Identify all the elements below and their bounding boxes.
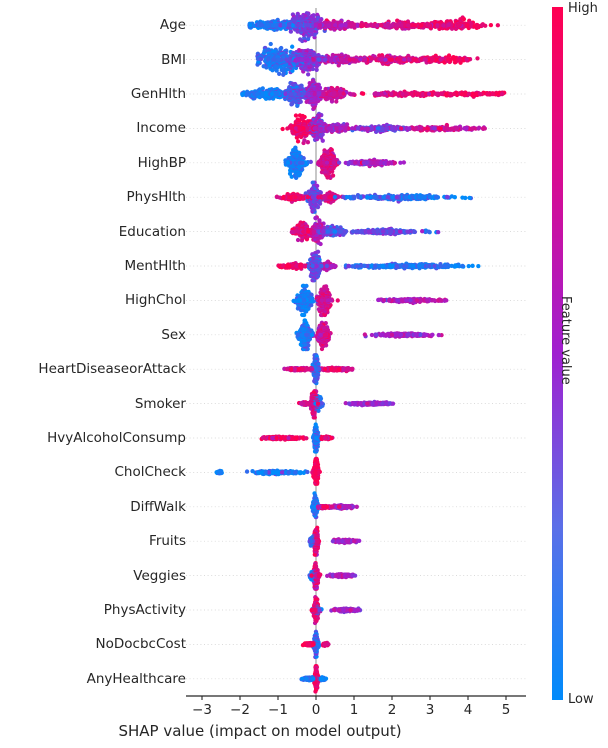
colorbar-high-label: High — [568, 1, 598, 16]
y-axis-tick-labels: Age BMI GenHlth Income HighBP PhysHlth Educati… — [0, 0, 186, 748]
x-tick-label-0: −3 — [192, 702, 212, 718]
y-tick-label-anyhealthcare: AnyHealthcare — [86, 670, 186, 687]
x-tick-label-5: 2 — [387, 702, 397, 718]
y-tick-label-menthlth: MentHlth — [124, 258, 186, 274]
x-axis-label: SHAP value (impact on model output) — [118, 722, 402, 740]
x-tick-label-3: 0 — [311, 702, 321, 718]
y-tick-label-diffwalk: DiffWalk — [130, 498, 186, 515]
x-tick-label-6: 3 — [425, 702, 435, 718]
colorbar-title: Feature value — [558, 296, 573, 385]
colorbar-low-label: Low — [568, 692, 594, 707]
y-tick-label-hvyalcoholconsump: HvyAlcoholConsump — [47, 430, 186, 446]
y-tick-label-bmi: BMI — [161, 51, 186, 68]
y-tick-label-genhlth: GenHlth — [130, 86, 186, 102]
y-tick-label-education: Education — [118, 223, 186, 240]
y-tick-label-fruits: Fruits — [149, 533, 186, 550]
y-tick-label-physactivity: PhysActivity — [103, 602, 186, 618]
y-tick-label-cholcheck: CholCheck — [114, 464, 186, 481]
x-tick-label-2: −1 — [268, 702, 288, 718]
y-tick-label-highbp: HighBP — [137, 154, 186, 171]
y-tick-label-physhlth: PhysHlth — [126, 189, 186, 206]
y-tick-label-highchol: HighChol — [124, 292, 186, 309]
y-tick-label-veggies: Veggies — [133, 567, 186, 584]
y-tick-label-age: Age — [159, 17, 186, 34]
x-tick-label-4: 1 — [349, 702, 359, 718]
y-tick-label-heartdiseaseorattack: HeartDiseaseorAttack — [38, 361, 186, 378]
y-tick-label-nodocbccost: NoDocbcCost — [95, 636, 186, 653]
x-tick-label-8: 5 — [501, 702, 511, 718]
x-tick-label-7: 4 — [463, 702, 473, 718]
y-tick-label-income: Income — [136, 120, 186, 137]
y-tick-label-sex: Sex — [161, 326, 186, 343]
x-tick-label-1: −2 — [230, 702, 250, 718]
y-tick-label-smoker: Smoker — [134, 395, 186, 412]
